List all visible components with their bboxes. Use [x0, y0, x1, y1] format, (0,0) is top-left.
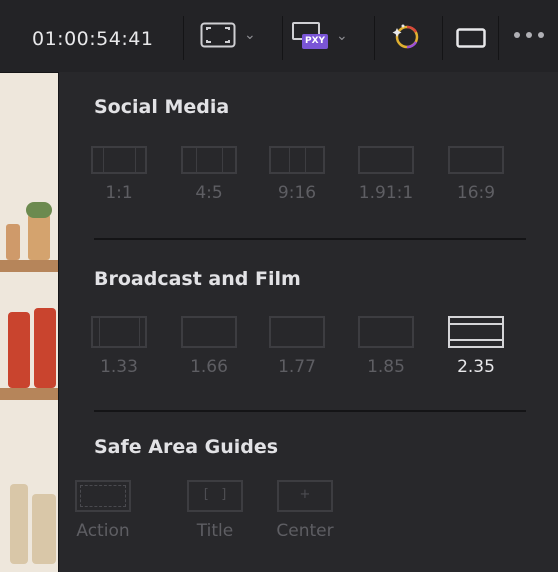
option-label: 1.85 — [367, 357, 405, 377]
jar — [10, 484, 28, 564]
option-label: 9:16 — [277, 183, 317, 203]
action-safe-thumbnail — [75, 480, 131, 512]
timecode-display[interactable]: 01:00:54:41 — [32, 28, 153, 50]
safe-area-menu: Social Media 1:1 4:5 9:16 1.91:1 16:9 Br… — [58, 72, 558, 572]
aspect-thumbnail — [91, 146, 147, 174]
section-title-safe-area-guides: Safe Area Guides — [94, 436, 279, 458]
viewer-toolbar: 01:00:54:41 ⌄ PXY ⌄ — [0, 0, 558, 73]
ellipsis-icon — [514, 32, 544, 38]
color-effects-button[interactable] — [390, 22, 422, 52]
aspect-thumbnail — [448, 146, 504, 174]
aspect-thumbnail — [181, 146, 237, 174]
aspect-thumbnail — [269, 146, 325, 174]
color-wheel-sparkle-icon — [392, 24, 419, 49]
option-label: 1.77 — [278, 357, 316, 377]
option-9-16[interactable]: 9:16 — [257, 146, 337, 203]
option-label: Center — [276, 521, 334, 541]
plant-leaves — [26, 202, 52, 218]
toolbar-separator — [282, 16, 283, 60]
option-1-1[interactable]: 1:1 — [79, 146, 159, 203]
shelf — [0, 260, 58, 272]
section-divider — [94, 238, 526, 240]
jar — [32, 494, 56, 564]
toolbar-separator — [442, 16, 443, 60]
option-label: Title — [196, 521, 234, 541]
rectangle-view-icon — [456, 28, 486, 48]
chevron-down-icon: ⌄ — [336, 28, 348, 44]
option-16-9[interactable]: 16:9 — [436, 146, 516, 203]
chevron-down-icon: ⌄ — [244, 27, 256, 43]
option-label: 2.35 — [457, 357, 495, 377]
aspect-thumbnail — [91, 316, 147, 348]
proxy-badge: PXY — [302, 34, 328, 49]
proxy-icon: PXY — [292, 22, 328, 50]
aspect-thumbnail-selected — [448, 316, 504, 348]
aspect-thumbnail — [358, 316, 414, 348]
option-action-safe[interactable]: Action — [61, 480, 145, 541]
section-title-social-media: Social Media — [94, 96, 230, 118]
option-label: 1.66 — [190, 357, 228, 377]
shelf — [0, 388, 58, 400]
aspect-thumbnail — [358, 146, 414, 174]
aspect-thumbnail — [269, 316, 325, 348]
toolbar-separator — [498, 16, 499, 60]
option-label: 16:9 — [456, 183, 496, 203]
plant-pot — [28, 214, 50, 260]
option-1-85[interactable]: 1.85 — [346, 316, 426, 377]
plant-pot — [6, 224, 20, 260]
option-label: 1.91:1 — [358, 183, 414, 203]
option-1-66[interactable]: 1.66 — [169, 316, 249, 377]
yarn-ball — [34, 308, 56, 388]
title-safe-thumbnail: [ ] — [187, 480, 243, 512]
frame-guide-icon — [200, 22, 236, 48]
option-label: 4:5 — [195, 183, 223, 203]
yarn-ball — [8, 312, 30, 388]
center-thumbnail: + — [277, 480, 333, 512]
option-2-35[interactable]: 2.35 — [436, 316, 516, 377]
aspect-thumbnail — [181, 316, 237, 348]
option-label: Action — [76, 521, 130, 541]
option-1-91-1[interactable]: 1.91:1 — [346, 146, 426, 203]
section-divider — [94, 410, 526, 412]
proxy-dropdown[interactable]: PXY ⌄ — [292, 22, 348, 50]
section-title-broadcast-film: Broadcast and Film — [94, 268, 301, 290]
option-label: 1:1 — [105, 183, 133, 203]
option-label: 1.33 — [100, 357, 138, 377]
safe-area-dropdown[interactable]: ⌄ — [200, 22, 256, 48]
option-1-33[interactable]: 1.33 — [79, 316, 159, 377]
option-1-77[interactable]: 1.77 — [257, 316, 337, 377]
viewer-mode-button[interactable] — [456, 28, 486, 48]
more-options-button[interactable] — [512, 30, 546, 40]
option-center-marker[interactable]: + Center — [263, 480, 347, 541]
viewer-image — [0, 72, 60, 572]
toolbar-separator — [374, 16, 375, 60]
option-title-safe[interactable]: [ ] Title — [175, 480, 255, 541]
option-4-5[interactable]: 4:5 — [169, 146, 249, 203]
toolbar-separator — [183, 16, 184, 60]
